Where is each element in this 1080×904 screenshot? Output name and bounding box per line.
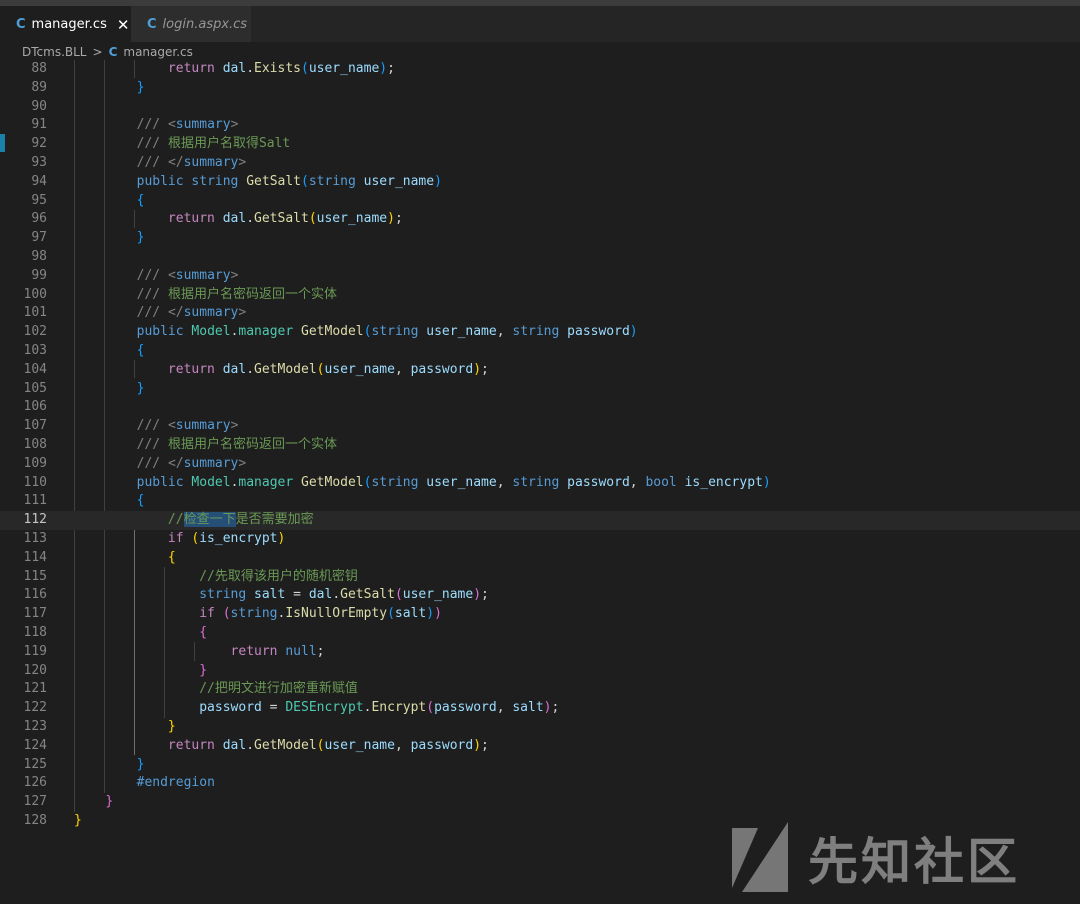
code-line: 125 } xyxy=(23,756,145,772)
code-line: 105 } xyxy=(23,380,145,396)
code-editor[interactable]: 88 return dal.Exists(user_name); 89 } 90… xyxy=(0,60,1080,904)
code-line: 113 if (is_encrypt) xyxy=(23,531,286,546)
code-line: 101 /// </summary> xyxy=(23,305,247,321)
current-code-line: 112 //检查一下是否需要加密 xyxy=(0,511,1080,530)
code-line: 94 public string GetSalt(string user_nam… xyxy=(31,173,442,189)
csharp-file-icon: C xyxy=(108,45,118,59)
code-line: 124 return dal.GetModel(user_name, passw… xyxy=(23,737,489,753)
watermark-text: 先知社区 xyxy=(808,833,1020,891)
code-line: 117 if (string.IsNullOrEmpty(salt)) xyxy=(23,606,442,622)
breadcrumb: DTcms.BLL > C manager.cs xyxy=(0,42,1080,62)
code-line: 98 xyxy=(31,249,47,264)
code-line: 99 /// <summary> xyxy=(31,267,239,283)
code-line: 119 return null; xyxy=(23,643,325,659)
close-tab-icon[interactable]: ✕ xyxy=(117,16,130,34)
code-line: 102 public Model.manager GetModel(string… xyxy=(23,324,638,340)
code-line: 122 password = DESEncrypt.Encrypt(passwo… xyxy=(23,700,560,716)
code-line: 114 { xyxy=(23,549,176,565)
code-line: 123 } xyxy=(23,719,176,734)
code-line: 109 /// </summary> xyxy=(23,455,247,471)
code-line: 95 { xyxy=(31,192,145,208)
csharp-file-icon: C xyxy=(147,16,157,32)
code-line: 93 /// </summary> xyxy=(31,155,247,170)
tab-label: manager.cs xyxy=(31,17,107,32)
code-line: 106 xyxy=(23,399,47,415)
code-line: 115 //先取得该用户的随机密钥 xyxy=(23,568,358,584)
code-line: 127 } xyxy=(23,794,114,810)
code-line: 96 return dal.GetSalt(user_name); xyxy=(31,211,403,227)
csharp-file-icon: C xyxy=(16,17,26,32)
tab-bar: C manager.cs ✕ C login.aspx.cs xyxy=(0,6,1080,42)
code-line: 118 { xyxy=(23,625,208,640)
code-line: 90 xyxy=(31,98,47,114)
code-line: 108 /// 根据用户名密码返回一个实体 xyxy=(23,437,337,452)
chevron-right-icon: > xyxy=(92,45,103,59)
code-line: 126 #endregion xyxy=(23,775,215,791)
code-line: 89 } xyxy=(31,79,145,95)
code-line: 120 } xyxy=(23,662,208,678)
code-line: 121 //把明文进行加密重新赋值 xyxy=(23,681,358,697)
tab-manager-cs[interactable]: C manager.cs ✕ xyxy=(0,6,131,42)
breadcrumb-file[interactable]: manager.cs xyxy=(123,45,193,59)
code-line: 107 /// <summary> xyxy=(23,418,239,434)
watermark: 先知社区 xyxy=(728,818,1068,898)
code-line: 91 /// <summary> xyxy=(31,117,239,133)
code-line: 116 string salt = dal.GetSalt(user_name)… xyxy=(23,587,489,603)
xianzhi-logo-icon xyxy=(732,822,788,892)
tab-login-aspx-cs[interactable]: C login.aspx.cs xyxy=(131,6,251,42)
code-line: 110 public Model.manager GetModel(string… xyxy=(23,474,771,490)
code-line: 103 { xyxy=(23,343,145,358)
code-line: 97 } xyxy=(31,230,145,246)
code-line: 111 { xyxy=(23,493,145,509)
code-line: 104 return dal.GetModel(user_name, passw… xyxy=(23,361,489,377)
code-line: 100 /// 根据用户名密码返回一个实体 xyxy=(23,286,337,302)
breadcrumb-folder[interactable]: DTcms.BLL xyxy=(22,45,87,59)
code-line: 88 return dal.Exists(user_name); xyxy=(31,61,395,76)
code-line: 92 /// 根据用户名取得Salt xyxy=(31,136,291,152)
tab-label: login.aspx.cs xyxy=(162,16,248,32)
